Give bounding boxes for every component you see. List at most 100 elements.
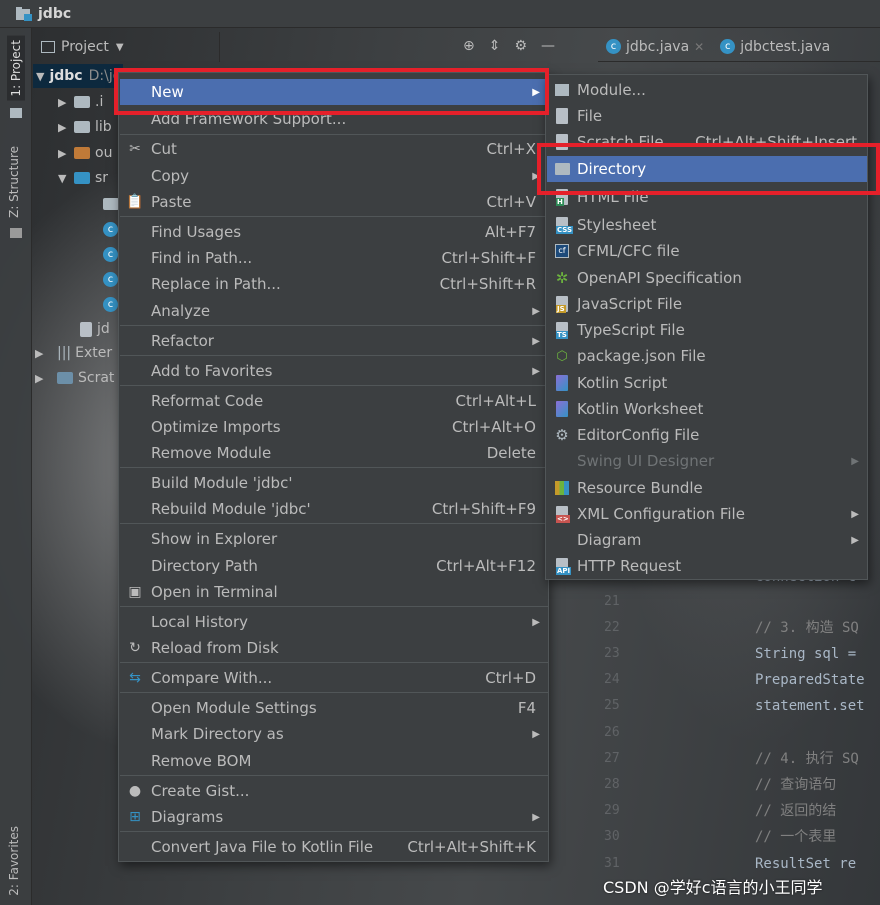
clipboard-icon: 📋 <box>126 194 144 210</box>
project-tab-icon <box>10 108 22 118</box>
package-icon <box>103 198 119 210</box>
submenu-item-diagram[interactable]: Diagram ▶ <box>547 527 867 553</box>
libraries-icon: ||| <box>57 345 72 361</box>
expand-arrow-icon[interactable]: ▶ <box>35 347 51 360</box>
menu-item-reformat-code[interactable]: Reformat Code Ctrl+Alt+L <box>120 388 548 414</box>
tree-item[interactable]: c <box>103 217 118 241</box>
menu-item-find-usages[interactable]: Find Usages Alt+F7 <box>120 219 548 245</box>
tab-favorites[interactable]: 2: Favorites <box>7 826 21 896</box>
expand-arrow-icon[interactable]: ▶ <box>35 372 51 385</box>
menu-item-copy[interactable]: Copy ▶ <box>120 163 548 189</box>
tree-item[interactable]: ▼ sr <box>58 166 108 190</box>
reload-icon: ↻ <box>129 640 141 656</box>
tree-item-label: Scrat <box>78 370 115 386</box>
menu-item-rebuild-module[interactable]: Rebuild Module 'jdbc' Ctrl+Shift+F9 <box>120 496 548 522</box>
menu-item-add-to-favorites[interactable]: Add to Favorites ▶ <box>120 358 548 384</box>
menu-item-remove-bom[interactable]: Remove BOM <box>120 748 548 774</box>
menu-item-refactor[interactable]: Refactor ▶ <box>120 328 548 354</box>
terminal-icon: ▣ <box>128 584 142 600</box>
line-number: 21 <box>604 594 620 609</box>
css-icon: CSS <box>552 216 574 234</box>
menu-item-replace-in-path[interactable]: Replace in Path... Ctrl+Shift+R <box>120 271 548 297</box>
submenu-item-label: XML Configuration File <box>577 505 745 523</box>
locate-icon[interactable]: ⊕ <box>463 38 475 54</box>
submenu-item-openapi[interactable]: ✲ OpenAPI Specification <box>547 265 867 291</box>
java-class-icon: c <box>103 221 118 237</box>
submenu-item-xml-configuration[interactable]: <> XML Configuration File ▶ <box>547 501 867 527</box>
code-line: // 3. 构造 SQ <box>755 620 859 636</box>
menu-item-find-in-path[interactable]: Find in Path... Ctrl+Shift+F <box>120 245 548 271</box>
menu-item-label: Create Gist... <box>151 782 250 800</box>
expand-arrow-icon[interactable]: ▶ <box>58 147 74 160</box>
menu-item-label: Open Module Settings <box>151 699 317 717</box>
menu-separator <box>120 325 548 326</box>
menu-item-remove-module[interactable]: Remove Module Delete <box>120 440 548 466</box>
submenu-arrow-icon: ▶ <box>532 335 540 347</box>
collapse-all-icon[interactable]: ⇕ <box>489 38 501 54</box>
tree-item[interactable]: c <box>103 267 118 291</box>
submenu-item-kotlin-script[interactable]: Kotlin Script <box>547 370 867 396</box>
menu-item-mark-directory-as[interactable]: Mark Directory as ▶ <box>120 721 548 747</box>
menu-item-convert-java-to-kotlin[interactable]: Convert Java File to Kotlin File Ctrl+Al… <box>120 834 548 860</box>
menu-item-label: Find Usages <box>151 223 242 241</box>
submenu-item-package-json[interactable]: ⬡ package.json File <box>547 343 867 369</box>
tree-item[interactable]: c <box>103 292 118 316</box>
menu-item-paste[interactable]: 📋 Paste Ctrl+V <box>120 189 548 215</box>
submenu-item-kotlin-worksheet[interactable]: Kotlin Worksheet <box>547 396 867 422</box>
menu-item-show-in-explorer[interactable]: Show in Explorer <box>120 526 548 552</box>
submenu-item-javascript-file[interactable]: JS JavaScript File <box>547 291 867 317</box>
tree-item[interactable]: ▶ .i <box>58 90 103 114</box>
gear-icon[interactable]: ⚙ <box>514 38 527 54</box>
tab-project[interactable]: 1: Project <box>7 36 25 101</box>
submenu-item-editorconfig[interactable]: ⚙ EditorConfig File <box>547 422 867 448</box>
tab-structure[interactable]: Z: Structure <box>7 146 21 218</box>
menu-item-compare-with[interactable]: ⇆ Compare With... Ctrl+D <box>120 665 548 691</box>
menu-item-create-gist[interactable]: ● Create Gist... <box>120 778 548 804</box>
menu-item-reload-from-disk[interactable]: ↻ Reload from Disk <box>120 635 548 661</box>
close-icon[interactable]: ✕ <box>694 40 704 54</box>
editor-tab[interactable]: c jdbctest.java <box>712 32 838 62</box>
project-view-selector[interactable]: Project ▼ <box>33 32 220 62</box>
tree-item[interactable]: c <box>103 242 118 266</box>
window-title: jdbc <box>38 5 72 22</box>
tree-root[interactable]: ▼ jdbc D:\jdbc <box>33 64 138 88</box>
menu-item-open-module-settings[interactable]: Open Module Settings F4 <box>120 695 548 721</box>
folder-icon <box>74 121 90 133</box>
submenu-item-label: OpenAPI Specification <box>577 269 742 287</box>
expand-arrow-icon[interactable]: ▶ <box>58 96 74 109</box>
code-line: statement.set <box>755 698 865 714</box>
menu-item-label: Open in Terminal <box>151 583 278 601</box>
folder-icon <box>74 96 90 108</box>
menu-separator <box>120 831 548 832</box>
tree-item-label: jd <box>97 321 110 337</box>
tree-item[interactable]: ▶ Scrat <box>35 366 114 390</box>
tree-item[interactable]: ▶ ||| Exter <box>35 341 112 365</box>
expand-arrow-icon[interactable]: ▼ <box>58 172 74 185</box>
submenu-item-resource-bundle[interactable]: Resource Bundle <box>547 475 867 501</box>
tree-item[interactable]: ▶ ou <box>58 141 112 165</box>
submenu-item-cfml-file[interactable]: cf CFML/CFC file <box>547 238 867 264</box>
menu-item-cut[interactable]: ✂ Cut Ctrl+X <box>120 136 548 162</box>
submenu-item-file[interactable]: File <box>547 103 867 129</box>
expand-arrow-icon[interactable]: ▼ <box>36 70 44 83</box>
tree-item[interactable]: ▶ lib <box>58 115 112 139</box>
editor-tab[interactable]: c jdbc.java ✕ <box>598 32 712 62</box>
menu-item-directory-path[interactable]: Directory Path Ctrl+Alt+F12 <box>120 553 548 579</box>
menu-separator <box>120 662 548 663</box>
menu-item-build-module[interactable]: Build Module 'jdbc' <box>120 470 548 496</box>
line-number: 26 <box>604 725 620 740</box>
menu-item-local-history[interactable]: Local History ▶ <box>120 609 548 635</box>
submenu-item-stylesheet[interactable]: CSS Stylesheet <box>547 212 867 238</box>
submenu-item-module[interactable]: Module... <box>547 77 867 103</box>
submenu-item-typescript-file[interactable]: TS TypeScript File <box>547 317 867 343</box>
hide-icon[interactable]: — <box>541 38 555 54</box>
menu-item-optimize-imports[interactable]: Optimize Imports Ctrl+Alt+O <box>120 414 548 440</box>
submenu-item-http-request[interactable]: API HTTP Request <box>547 553 867 579</box>
tree-item[interactable]: jd <box>80 317 110 341</box>
menu-item-diagrams[interactable]: ⊞ Diagrams ▶ <box>120 804 548 830</box>
expand-arrow-icon[interactable]: ▶ <box>58 121 74 134</box>
menu-item-shortcut: Alt+F7 <box>484 223 536 241</box>
menu-item-analyze[interactable]: Analyze ▶ <box>120 298 548 324</box>
compare-icon: ⇆ <box>129 670 141 686</box>
menu-item-open-in-terminal[interactable]: ▣ Open in Terminal <box>120 579 548 605</box>
